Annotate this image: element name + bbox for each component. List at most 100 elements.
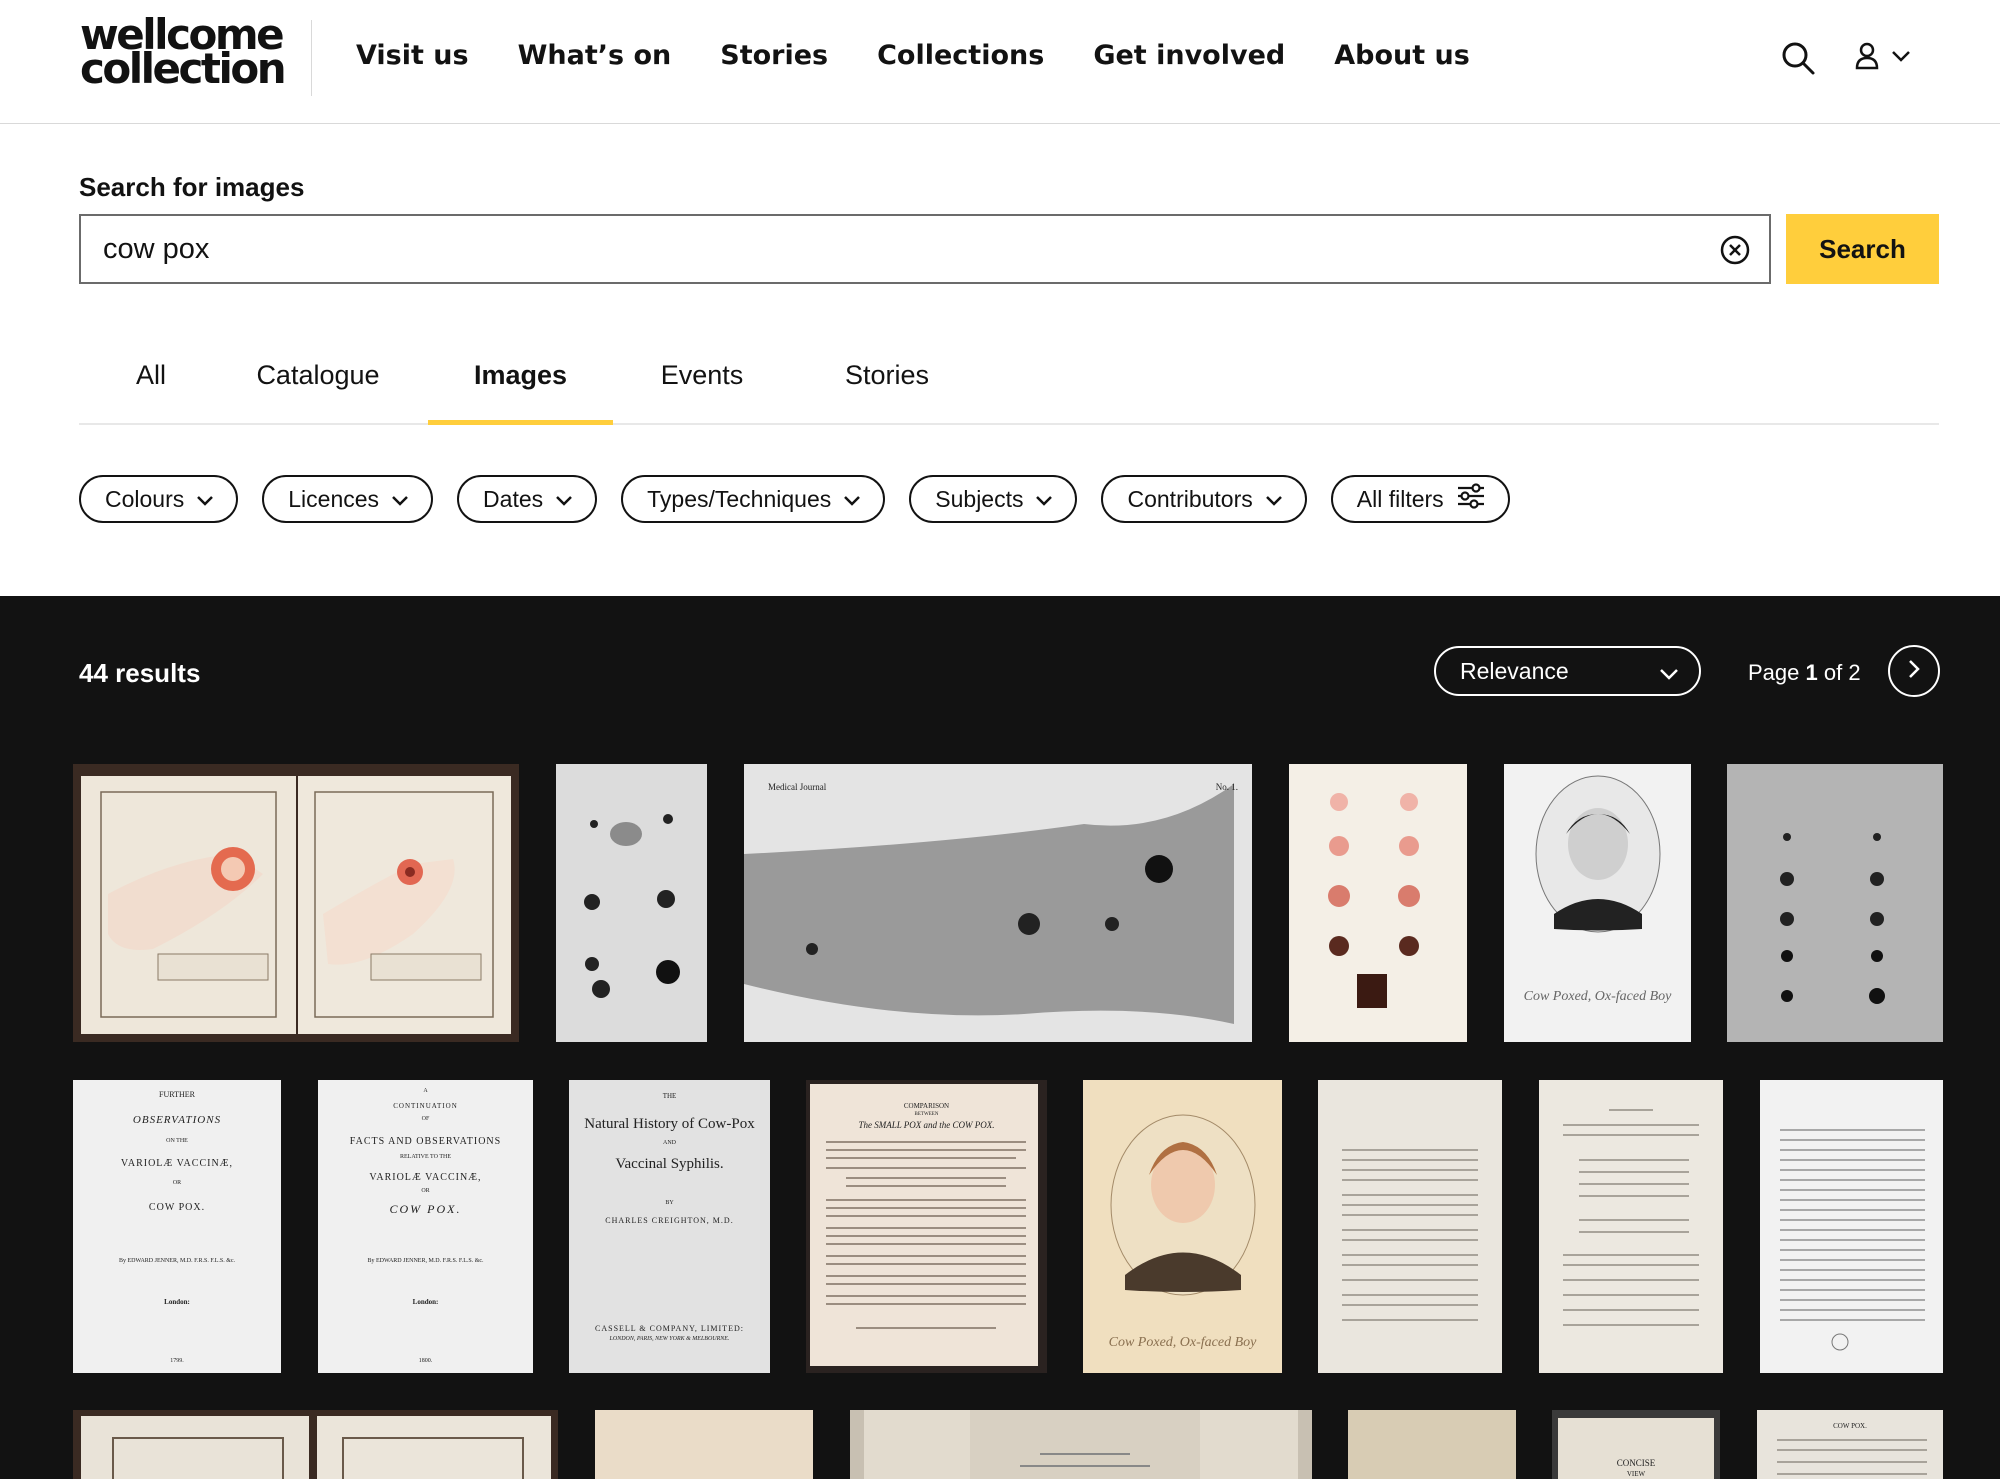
title-line: London: [164,1298,190,1306]
title-line: VIEW [1626,1470,1646,1478]
result-image-text-page-3[interactable] [1760,1080,1943,1373]
filter-dates[interactable]: Dates [457,475,598,523]
result-image-aged-page[interactable] [1348,1410,1516,1479]
filter-contributors[interactable]: Contributors [1101,475,1307,523]
title-line: BETWEEN [914,1112,939,1117]
result-image-arm-engraving[interactable]: Medical Journal No. 1. [744,764,1252,1042]
text-page-image [1760,1080,1943,1373]
results-count: 44 results [79,658,201,688]
result-image-further-observations[interactable]: FURTHER OBSERVATIONS ON THE VARIOLÆ VACC… [73,1080,281,1373]
result-image-concise-view[interactable]: CONCISE VIEW [1552,1410,1720,1479]
result-image-book-arm-illustration[interactable] [73,764,519,1042]
result-image-ox-faced-boy-colour[interactable]: Cow Poxed, Ox-faced Boy [1083,1080,1282,1373]
nav-stories[interactable]: Stories [720,40,828,71]
title-line: FURTHER [159,1090,195,1099]
chevron-right-icon [1906,658,1922,685]
chevron-down-icon [555,486,573,513]
user-icon [1855,41,1879,76]
result-image-plain-page[interactable] [595,1410,813,1479]
pox-stages-image [1328,793,1420,1008]
nav-whats-on[interactable]: What’s on [518,40,672,71]
filter-licences[interactable]: Licences [262,475,434,523]
page-total: of 2 [1823,660,1861,685]
page-current: 1 [1805,660,1818,685]
tab-stories[interactable]: Stories [837,360,937,425]
results-panel: 44 results Relevance Page 1 of 2 Medical… [0,596,2000,1479]
result-image-natural-history-cow-pox[interactable]: THE Natural History of Cow-Pox AND Vacci… [569,1080,770,1373]
nav-get-involved[interactable]: Get involved [1093,40,1285,71]
title-line: LONDON, PARIS, NEW YORK & MELBOURNE. [609,1336,730,1342]
result-image-text-page-1[interactable] [1318,1080,1502,1373]
filter-label: Contributors [1127,485,1253,512]
result-image-report-spread[interactable] [850,1410,1312,1479]
clear-search-icon[interactable] [1719,234,1751,266]
chevron-down-icon [843,486,861,513]
search-icon[interactable] [1780,40,1816,76]
thumb-caption: Cow Poxed, Ox-faced Boy [1523,989,1672,1004]
thumb-caption-right: No. 1. [1215,782,1238,792]
thumb-caption-left: Medical Journal [768,782,827,792]
account-menu-button[interactable] [1855,40,1921,76]
all-filters-button[interactable]: All filters [1330,475,1510,523]
title-line: London: [412,1298,439,1306]
sort-value: Relevance [1460,657,1569,684]
result-image-cow-pox-text[interactable]: COW POX. [1757,1410,1943,1479]
title-line: The SMALL POX and the COW POX. [858,1120,995,1130]
result-image-open-book[interactable] [73,1410,558,1479]
arm-engraving-image [744,764,1252,1042]
tab-events[interactable]: Events [657,360,747,425]
title-line: COMPARISON [903,1102,950,1110]
title-line: CASSELL & COMPANY, LIMITED: [595,1324,744,1333]
chevron-down-icon [391,486,409,513]
title-line: CONTINUATION [393,1102,458,1110]
tab-images[interactable]: Images [428,360,613,425]
chevron-down-icon [1035,486,1053,513]
title-line: CHARLES CREIGHTON, M.D. [605,1216,734,1225]
wellcome-collection-logo[interactable]: wellcome collection [80,14,287,90]
result-image-ox-faced-boy-bw[interactable]: Cow Poxed, Ox-faced Boy [1504,764,1691,1042]
title-line: By EDWARD JENNER, M.D. F.R.S. F.L.S. &c. [118,1258,236,1264]
result-image-pustule-plate[interactable] [556,764,707,1042]
title-line: VARIOLÆ VACCINÆ, [120,1158,234,1169]
title-line: Natural History of Cow-Pox [584,1116,755,1132]
book-spread-image [81,776,511,1034]
title-line: Vaccinal Syphilis. [615,1156,724,1172]
filter-bar: Colours Licences Dates Types/Techniques … [79,475,1510,523]
result-image-colour-pox-stages[interactable] [1289,764,1467,1042]
report-spread-image [864,1410,1298,1479]
tab-all[interactable]: All [127,360,175,425]
result-image-small-pox-comparison[interactable]: COMPARISON BETWEEN The SMALL POX and the… [806,1080,1047,1373]
title-line: THE [662,1092,677,1100]
nav-about-us[interactable]: About us [1334,40,1470,71]
page-prefix: Page [1748,660,1800,685]
sliders-icon [1456,482,1486,516]
nav-collections[interactable]: Collections [877,40,1044,71]
search-field [79,214,1771,284]
search-heading: Search for images [79,172,305,202]
chevron-down-icon [1891,49,1911,68]
title-line: CONCISE [1616,1458,1656,1468]
sort-select[interactable]: Relevance [1434,646,1701,696]
title-line: OR [172,1180,182,1186]
text-page-image [1318,1080,1502,1373]
title-line: VARIOLÆ VACCINÆ, [369,1172,482,1183]
title-line: RELATIVE TO THE [400,1154,451,1160]
nav-visit-us[interactable]: Visit us [356,40,469,71]
filter-colours[interactable]: Colours [79,475,239,523]
text-page-image [1539,1080,1723,1373]
filter-types-techniques[interactable]: Types/Techniques [621,475,886,523]
tab-catalogue[interactable]: Catalogue [255,360,381,425]
next-page-button[interactable] [1888,645,1940,697]
title-line: AND [663,1140,676,1146]
search-input[interactable] [103,232,1683,266]
result-image-pox-progression-bw[interactable] [1727,764,1943,1042]
site-header: wellcome collection Visit us What’s on S… [0,0,2000,124]
filter-subjects[interactable]: Subjects [909,475,1078,523]
result-image-continuation-facts[interactable]: A CONTINUATION OF FACTS AND OBSERVATIONS… [318,1080,533,1373]
result-image-text-page-2[interactable] [1539,1080,1723,1373]
title-line: OR [421,1188,430,1194]
title-line: BY [665,1200,674,1206]
filter-label: Colours [105,485,185,512]
logo-divider [311,20,312,96]
search-button[interactable]: Search [1786,214,1939,284]
